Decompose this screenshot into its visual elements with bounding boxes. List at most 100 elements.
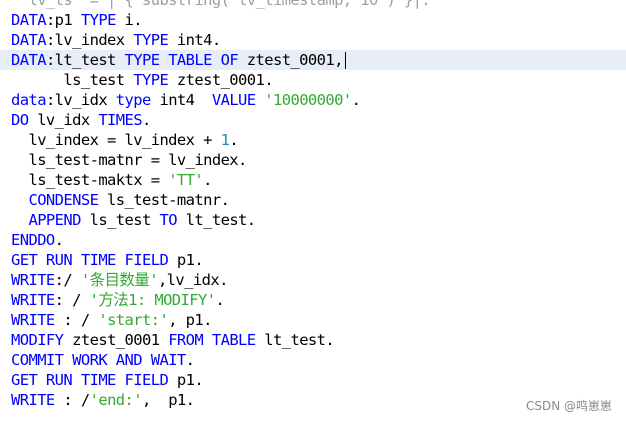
code-token-kw: VALUE (211, 91, 256, 109)
code-token-str: '方法1: MODIFY' (89, 291, 216, 309)
code-line-text: GET RUN TIME FIELD p1. (11, 370, 204, 390)
code-token-kw: WRITE (11, 271, 55, 289)
code-line-text: data:lv_idx type int4 VALUE '10000000'. (11, 90, 361, 110)
code-token-kw: DATA (11, 11, 47, 29)
code-token-id: :/ (54, 271, 81, 289)
code-token-id: i. (115, 11, 143, 29)
code-token-kw: DATA (11, 51, 47, 69)
code-line[interactable]: APPEND ls_test TO lt_test. (0, 210, 626, 230)
code-token-id: ztest_0001. (168, 71, 274, 89)
watermark: CSDN @鸣崽崽 (525, 399, 612, 413)
code-token-kw: COMMIT WORK AND WAIT (11, 351, 186, 369)
code-line[interactable]: ls_test-matnr = lv_index. (0, 150, 626, 170)
code-line-text: CONDENSE ls_test-matnr. (11, 190, 229, 210)
code-token-id: ls_test-matnr. (98, 191, 230, 209)
code-token-kw: DATA (11, 31, 47, 49)
code-line[interactable]: GET RUN TIME FIELD p1. (0, 250, 626, 270)
code-token-kw: WRITE (11, 391, 55, 409)
code-token-str: '10000000' (264, 91, 352, 109)
code-token-kw: WRITE (11, 311, 55, 329)
code-line[interactable]: ls_test TYPE ztest_0001. (0, 70, 626, 90)
code-line[interactable]: GET RUN TIME FIELD p1. (0, 370, 626, 390)
code-token-faded: lv_ts = | { substring( lv_timestamp, 10 … (11, 0, 431, 9)
code-line-text: lv_ts = | { substring( lv_timestamp, 10 … (11, 0, 430, 10)
code-token-id: . (229, 131, 239, 149)
code-token-str: 'end:' (89, 391, 143, 409)
code-line[interactable]: ls_test-maktx = 'TT'. (0, 170, 626, 190)
code-token-id: , p1. (142, 391, 195, 409)
code-token-kw: type (115, 91, 152, 109)
code-token-id: ztest_0001, (238, 51, 344, 69)
code-token-str: 'start:' (98, 311, 169, 329)
code-token-id: ls_test-maktx = (11, 171, 169, 189)
code-line-text: lv_index = lv_index + 1. (11, 130, 238, 150)
code-token-id (256, 91, 265, 109)
code-token-id: . (54, 231, 64, 249)
code-token-kw: DO (11, 111, 29, 129)
code-token-id: . (185, 351, 195, 369)
code-line[interactable]: WRITE: / '方法1: MODIFY'. (0, 290, 626, 310)
code-token-id: p1. (168, 371, 204, 389)
code-token-id: ,lv_idx. (157, 271, 228, 289)
code-token-kw: CONDENSE (28, 191, 99, 209)
code-token-id: , p1. (168, 311, 212, 329)
code-line-text: DATA:lt_test TYPE TABLE OF ztest_0001, (11, 50, 346, 70)
code-token-kw: GET RUN TIME FIELD (11, 371, 169, 389)
code-token-id: : / (54, 391, 90, 409)
code-line[interactable]: DO lv_idx TIMES. (0, 110, 626, 130)
code-line-text: ls_test-maktx = 'TT'. (11, 170, 212, 190)
code-line-text: ls_test TYPE ztest_0001. (11, 70, 273, 90)
code-line-text: DO lv_idx TIMES. (11, 110, 151, 130)
code-token-kw: TYPE (133, 31, 169, 49)
code-line-text: APPEND ls_test TO lt_test. (11, 210, 256, 230)
code-token-id: ls_test-matnr = lv_index. (11, 151, 247, 169)
code-token-kw: MODIFY (11, 331, 64, 349)
code-line[interactable]: MODIFY ztest_0001 FROM TABLE lt_test. (0, 330, 626, 350)
code-token-id: lv_index = lv_index + (11, 131, 221, 149)
code-line-text: MODIFY ztest_0001 FROM TABLE lt_test. (11, 330, 335, 350)
code-line[interactable]: ENDDO. (0, 230, 626, 250)
code-token-kw: APPEND (28, 211, 81, 229)
code-token-id: lt_test. (176, 211, 256, 229)
code-token-id: :p1 (45, 11, 81, 29)
code-line[interactable]: lv_index = lv_index + 1. (0, 130, 626, 150)
code-line[interactable]: data:lv_idx type int4 VALUE '10000000'. (0, 90, 626, 110)
code-token-str: '条目数量' (80, 271, 159, 289)
code-token-kw: FROM TABLE (168, 331, 256, 349)
code-token-kw: TIMES (98, 111, 142, 129)
code-token-kw: TYPE (80, 11, 117, 29)
code-token-id: ls_test (80, 211, 160, 229)
code-token-id: int4 (150, 91, 212, 109)
code-token-id (11, 191, 28, 209)
code-token-id: . (351, 91, 361, 109)
code-line[interactable]: lv_ts = | { substring( lv_timestamp, 10 … (0, 0, 626, 10)
code-line[interactable]: COMMIT WORK AND WAIT. (0, 350, 626, 370)
code-token-id: :lv_idx (45, 91, 116, 109)
code-token-id: ls_test (11, 71, 134, 89)
code-token-id: lt_test. (255, 331, 335, 349)
code-token-id: : / (54, 291, 90, 309)
code-line-text: WRITE : / 'start:', p1. (11, 310, 212, 330)
code-line[interactable]: DATA:p1 TYPE i. (0, 10, 626, 30)
code-token-kw: TO (159, 211, 177, 229)
code-token-kw: data (11, 91, 47, 109)
code-token-id: : / (54, 311, 99, 329)
code-token-id: lv_idx (28, 111, 99, 129)
code-token-id: p1. (168, 251, 204, 269)
code-line[interactable]: DATA:lt_test TYPE TABLE OF ztest_0001, (0, 50, 626, 70)
code-token-str: 'TT' (168, 171, 204, 189)
code-line-text: COMMIT WORK AND WAIT. (11, 350, 195, 370)
code-line[interactable]: WRITE : / 'start:', p1. (0, 310, 626, 330)
code-line-text: DATA:p1 TYPE i. (11, 10, 143, 30)
code-line-text: WRITE : /'end:', p1. (11, 390, 195, 410)
code-line[interactable]: WRITE:/ '条目数量',lv_idx. (0, 270, 626, 290)
code-token-num: 1 (220, 131, 230, 149)
code-line-text: ENDDO. (11, 230, 64, 250)
code-token-kw: TYPE (133, 71, 169, 89)
code-token-id: :lv_index (45, 31, 134, 49)
code-editor[interactable]: lv_ts = | { substring( lv_timestamp, 10 … (0, 0, 626, 422)
code-line-text: WRITE:/ '条目数量',lv_idx. (11, 270, 228, 290)
code-line[interactable]: DATA:lv_index TYPE int4. (0, 30, 626, 50)
code-token-id: . (142, 111, 151, 129)
code-line[interactable]: CONDENSE ls_test-matnr. (0, 190, 626, 210)
